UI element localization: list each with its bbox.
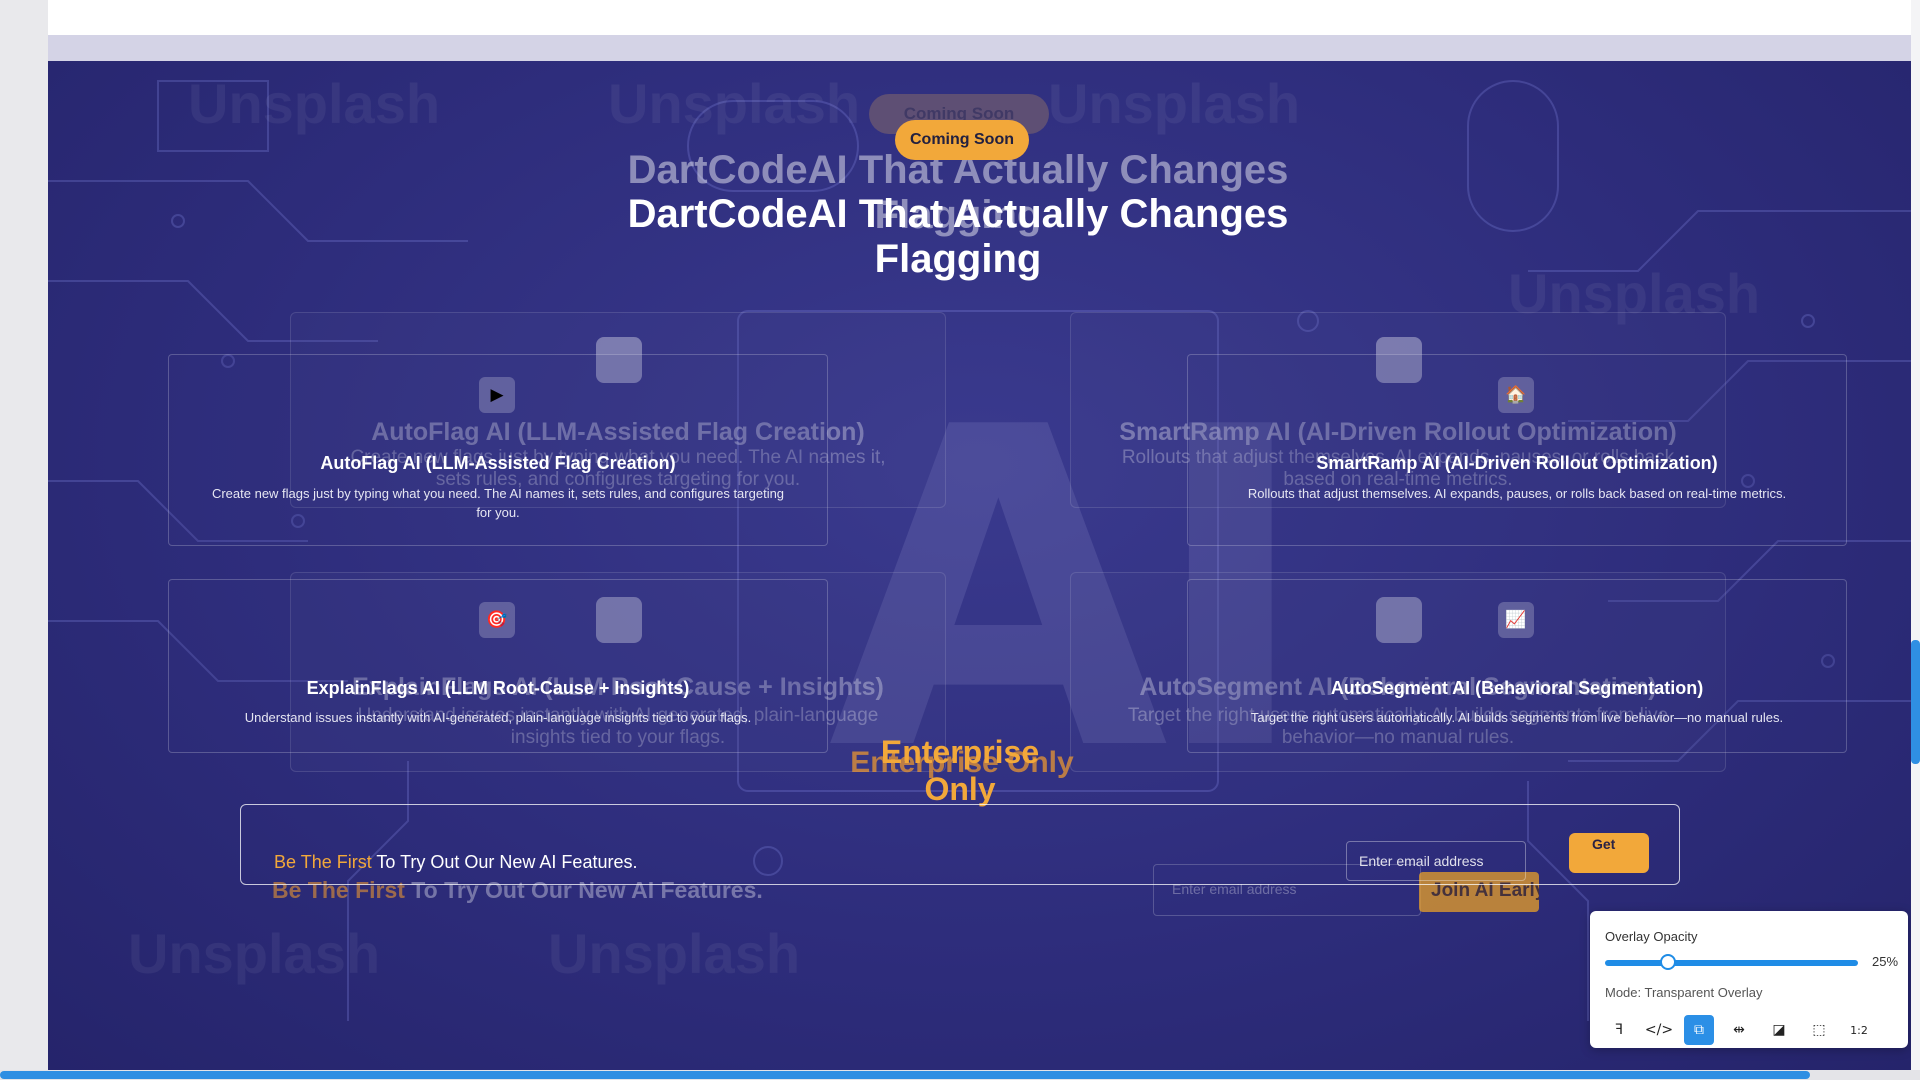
feature-card-title: ExplainFlags AI (LLM Root-Cause + Insigh… <box>306 678 690 698</box>
play-icon: ▶ <box>479 377 515 413</box>
watermark-text: Unsplash <box>128 922 381 985</box>
email-field[interactable]: Enter email address <box>1346 841 1526 881</box>
feature-card: ▶ AutoFlag AI (LLM-Assisted Flag Creatio… <box>168 354 828 546</box>
watermark-text: Unsplash <box>548 922 801 985</box>
vertical-scrollbar-track[interactable] <box>1911 0 1920 1080</box>
page-header-area <box>48 0 1911 35</box>
watermark-text: Unsplash <box>188 72 441 135</box>
feature-card: 🎯 ExplainFlags AI (LLM Root-Cause + Insi… <box>168 579 828 753</box>
header-divider-band <box>48 35 1911 61</box>
overlay-opacity-label: Overlay Opacity <box>1605 929 1698 944</box>
left-gutter <box>0 0 48 1080</box>
code-icon[interactable]: </> <box>1644 1015 1674 1045</box>
watermark-text: Unsplash <box>1048 72 1301 135</box>
feature-card: 📈 AutoSegment AI (Behavioral Segmentatio… <box>1187 579 1847 753</box>
feature-card-description: Create new flags just by typing what you… <box>211 486 785 520</box>
select-area-icon[interactable]: ⬚ <box>1804 1015 1834 1045</box>
ratio-icon[interactable]: 1:2 <box>1844 1015 1874 1045</box>
feature-card-description: Understand issues instantly with AI-gene… <box>244 710 752 725</box>
overlay-control-panel: Overlay Opacity 25% Mode: Transparent Ov… <box>1590 911 1908 1048</box>
feature-card-description: Rollouts that adjust themselves. AI expa… <box>1247 486 1787 501</box>
overlay-icon[interactable]: ⧉ <box>1684 1015 1714 1045</box>
cta-accent: Be The First <box>274 852 372 872</box>
mode-label: Mode: Transparent Overlay <box>1605 985 1763 1000</box>
coming-soon-badge: Coming Soon <box>895 120 1029 160</box>
section-title: DartCodeAI That Actually Changes Flaggin… <box>627 192 1289 281</box>
opacity-slider-handle[interactable] <box>1660 954 1677 970</box>
vertical-scrollbar-thumb[interactable] <box>1911 640 1920 764</box>
feature-card-title: SmartRamp AI (AI-Driven Rollout Optimiza… <box>1316 453 1718 473</box>
contrast-icon[interactable]: ◪ <box>1764 1015 1794 1045</box>
watermark-text: Unsplash <box>608 72 861 135</box>
cta-text: Be The First To Try Out Our New AI Featu… <box>274 852 637 873</box>
chart-icon: 📈 <box>1498 602 1534 638</box>
house-icon: 🏠 <box>1498 377 1534 413</box>
opacity-slider[interactable] <box>1605 960 1858 966</box>
opacity-value: 25% <box>1872 954 1899 969</box>
figma-icon[interactable]: ꟻ <box>1604 1015 1634 1045</box>
feature-card-description: Target the right users automatically. AI… <box>1250 710 1784 725</box>
feature-card-title: AutoFlag AI (LLM-Assisted Flag Creation) <box>320 453 676 473</box>
split-icon[interactable]: ⇹ <box>1724 1015 1754 1045</box>
cta-rest: To Try Out Our New AI Features. <box>371 852 638 872</box>
enterprise-only-label: Enterprise Only <box>880 734 1040 807</box>
feature-card: 🏠 SmartRamp AI (AI-Driven Rollout Optimi… <box>1187 354 1847 546</box>
get-button-label: Get <box>1592 836 1616 852</box>
horizontal-scrollbar-thumb[interactable] <box>0 1071 1810 1079</box>
feature-card-title: AutoSegment AI (Behavioral Segmentation) <box>1330 678 1704 698</box>
target-icon: 🎯 <box>479 602 515 638</box>
